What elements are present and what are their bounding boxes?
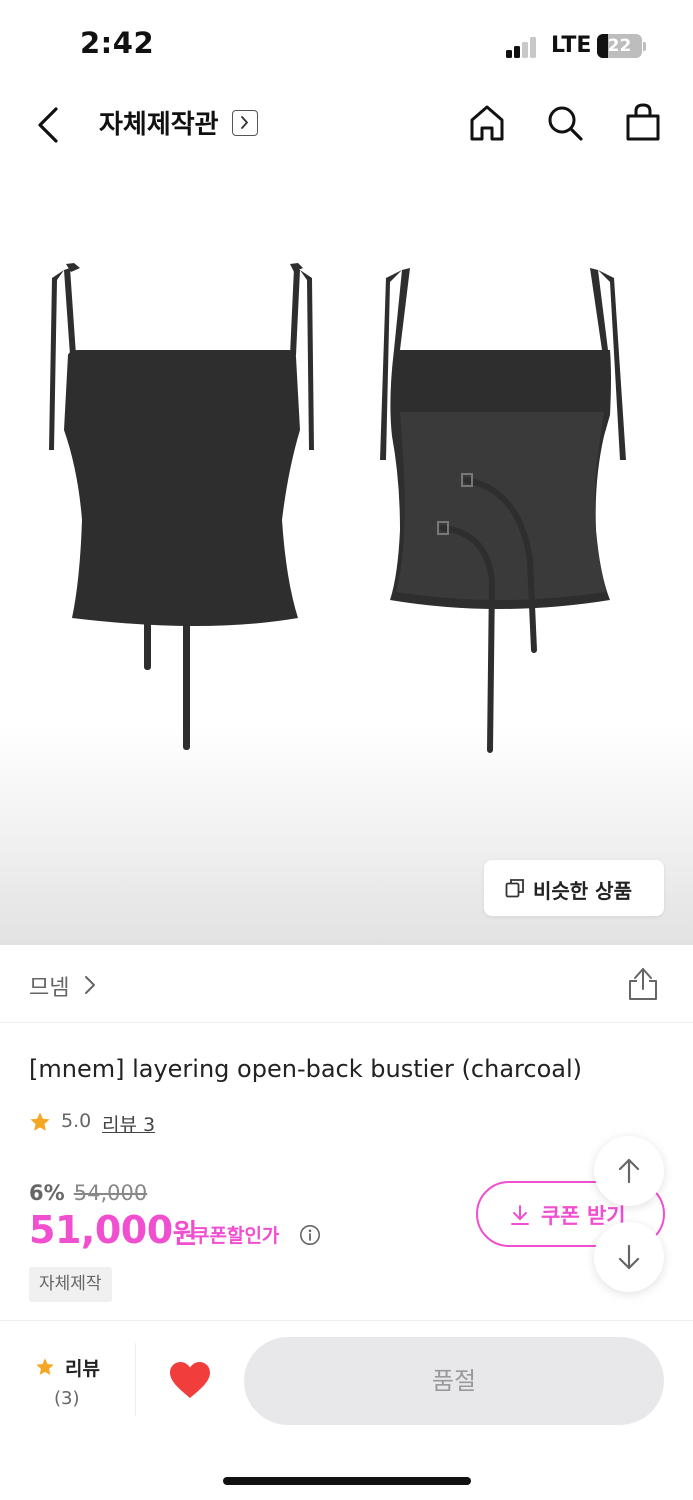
chevron-right-icon[interactable] [232,110,258,136]
product-title: [mnem] layering open-back bustier (charc… [29,1055,582,1083]
back-arrow-icon [38,107,58,143]
arrow-down-icon [618,1244,640,1270]
discount-row: 6% 54,000 [29,1181,147,1205]
garment-back [380,268,626,753]
discount-rate: 6% [29,1181,65,1205]
cart-button[interactable] [621,101,665,145]
search-button[interactable] [543,101,587,145]
battery-level: 22 [607,36,632,56]
soldout-label: 품절 [431,1367,477,1395]
brand-name[interactable]: 므넴 [29,970,69,1002]
back-button[interactable] [30,102,70,148]
star-icon [36,1358,54,1375]
garment-front [49,263,314,750]
sale-price-row: 51,000원 [29,1208,197,1260]
home-button[interactable] [465,101,509,145]
soldout-button[interactable]: 품절 [244,1337,664,1425]
search-icon [548,106,583,141]
similar-products-button[interactable]: 비슷한 상품 [484,860,664,916]
signal-icon [506,36,536,58]
coupon-price-label: 쿠폰할인가 [192,1225,280,1247]
divider [135,1343,136,1416]
tag-badge: 자체제작 [29,1267,112,1302]
download-icon [511,1205,529,1225]
share-icon[interactable] [625,965,661,1003]
heart-icon[interactable] [168,1360,212,1400]
home-icon [470,105,504,141]
review-tab-button[interactable]: 리뷰 (3) [26,1352,110,1414]
info-icon[interactable] [299,1224,321,1246]
battery-icon: 22 [597,34,642,58]
scroll-top-button[interactable] [594,1136,664,1206]
status-time: 2:42 [80,26,155,60]
top-nav: 자체제작관 [0,90,693,160]
divider [0,1320,693,1321]
review-link[interactable]: 리뷰 3 [102,1110,155,1137]
battery-tip [643,42,646,51]
brand-row: 므넴 [0,945,693,1023]
home-indicator [223,1477,471,1485]
page-title[interactable]: 자체제작관 [99,104,219,141]
sale-price: 51,000 [29,1208,173,1252]
copy-icon [505,879,524,898]
shopping-bag-icon [626,103,660,141]
review-count: (3) [54,1388,80,1409]
star-icon [30,1112,50,1131]
similar-products-label: 비슷한 상품 [533,879,632,903]
scroll-bottom-button[interactable] [594,1222,664,1292]
product-photo [49,263,626,753]
chevron-right-icon[interactable] [83,975,97,995]
review-label: 리뷰 [65,1358,100,1380]
rating-value: 5.0 [61,1110,92,1132]
product-image[interactable]: 비슷한 상품 [0,160,693,945]
original-price: 54,000 [73,1181,148,1205]
status-bar: 2:42 LTE 22 [0,0,693,90]
network-type: LTE [551,33,592,58]
arrow-up-icon [618,1158,640,1184]
